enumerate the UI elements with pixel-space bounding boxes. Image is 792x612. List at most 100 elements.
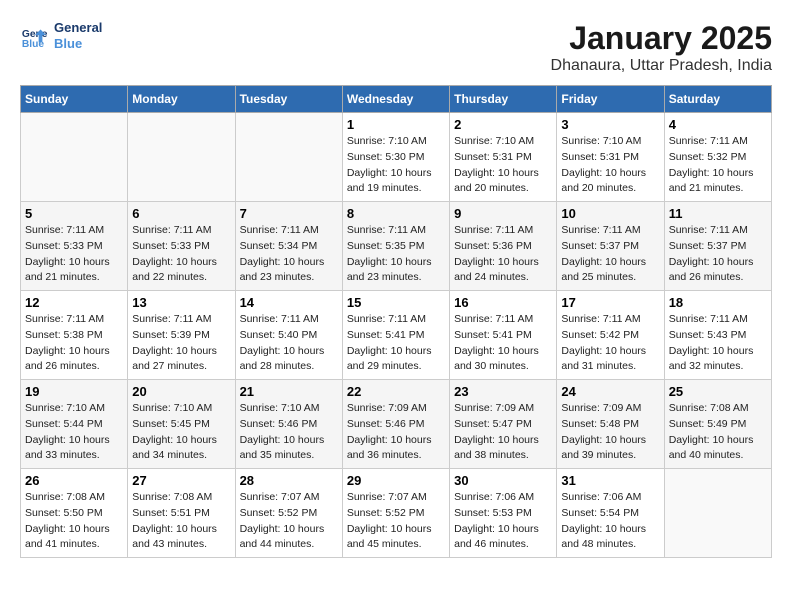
day-info: Sunrise: 7:10 AMSunset: 5:30 PMDaylight:… [347, 134, 445, 197]
calendar-cell: 8Sunrise: 7:11 AMSunset: 5:35 PMDaylight… [342, 202, 449, 291]
day-info: Sunrise: 7:10 AMSunset: 5:45 PMDaylight:… [132, 401, 230, 464]
day-info: Sunrise: 7:09 AMSunset: 5:48 PMDaylight:… [561, 401, 659, 464]
page-header: General Blue General Blue January 2025 D… [20, 20, 772, 75]
day-number: 19 [25, 384, 123, 399]
day-info: Sunrise: 7:11 AMSunset: 5:40 PMDaylight:… [240, 312, 338, 375]
calendar-cell: 5Sunrise: 7:11 AMSunset: 5:33 PMDaylight… [21, 202, 128, 291]
calendar-cell: 16 Sunrise: 7:11 AMSunset: 5:41 PMDayligh… [450, 291, 557, 380]
header-wednesday: Wednesday [342, 86, 449, 113]
day-info: Sunrise: 7:11 AMSunset: 5:33 PMDaylight:… [132, 223, 230, 286]
day-number: 18 [669, 295, 767, 310]
day-number: 26 [25, 473, 123, 488]
week-row-3: 12 Sunrise: 7:11 AMSunset: 5:38 PMDayligh… [21, 291, 772, 380]
calendar-cell [235, 113, 342, 202]
day-info: Sunrise: 7:11 AMSunset: 5:34 PMDaylight:… [240, 223, 338, 286]
calendar-subtitle: Dhanaura, Uttar Pradesh, India [551, 57, 772, 75]
day-info: Sunrise: 7:11 AMSunset: 5:37 PMDaylight:… [669, 223, 767, 286]
calendar-cell: 23 Sunrise: 7:09 AMSunset: 5:47 PMDayligh… [450, 380, 557, 469]
calendar-cell [21, 113, 128, 202]
day-number: 15 [347, 295, 445, 310]
logo: General Blue General Blue [20, 20, 102, 51]
calendar-cell: 12 Sunrise: 7:11 AMSunset: 5:38 PMDayligh… [21, 291, 128, 380]
title-block: January 2025 Dhanaura, Uttar Pradesh, In… [551, 20, 772, 75]
calendar-cell: 20Sunrise: 7:10 AMSunset: 5:45 PMDayligh… [128, 380, 235, 469]
day-info: Sunrise: 7:08 AMSunset: 5:49 PMDaylight:… [669, 401, 767, 464]
week-row-2: 5Sunrise: 7:11 AMSunset: 5:33 PMDaylight… [21, 202, 772, 291]
calendar-cell: 31Sunrise: 7:06 AMSunset: 5:54 PMDayligh… [557, 469, 664, 558]
day-info: Sunrise: 7:11 AMSunset: 5:41 PMDaylight:… [347, 312, 445, 375]
calendar-table: SundayMondayTuesdayWednesdayThursdayFrid… [20, 85, 772, 558]
day-number: 28 [240, 473, 338, 488]
calendar-cell: 25Sunrise: 7:08 AMSunset: 5:49 PMDayligh… [664, 380, 771, 469]
calendar-cell: 2Sunrise: 7:10 AMSunset: 5:31 PMDaylight… [450, 113, 557, 202]
calendar-cell: 9 Sunrise: 7:11 AMSunset: 5:36 PMDaylight… [450, 202, 557, 291]
day-info: Sunrise: 7:11 AMSunset: 5:42 PMDaylight:… [561, 312, 659, 375]
day-number: 10 [561, 206, 659, 221]
calendar-cell: 28 Sunrise: 7:07 AMSunset: 5:52 PMDayligh… [235, 469, 342, 558]
day-info: Sunrise: 7:11 AMSunset: 5:36 PMDaylight:… [454, 223, 552, 286]
calendar-cell: 13 Sunrise: 7:11 AMSunset: 5:39 PMDayligh… [128, 291, 235, 380]
header-thursday: Thursday [450, 86, 557, 113]
day-number: 3 [561, 117, 659, 132]
day-number: 29 [347, 473, 445, 488]
day-info: Sunrise: 7:11 AMSunset: 5:35 PMDaylight:… [347, 223, 445, 286]
day-number: 1 [347, 117, 445, 132]
header-row: SundayMondayTuesdayWednesdayThursdayFrid… [21, 86, 772, 113]
calendar-cell: 22 Sunrise: 7:09 AMSunset: 5:46 PMDayligh… [342, 380, 449, 469]
calendar-cell: 27Sunrise: 7:08 AMSunset: 5:51 PMDayligh… [128, 469, 235, 558]
calendar-cell: 7 Sunrise: 7:11 AMSunset: 5:34 PMDaylight… [235, 202, 342, 291]
day-number: 23 [454, 384, 552, 399]
day-number: 12 [25, 295, 123, 310]
day-number: 6 [132, 206, 230, 221]
day-number: 11 [669, 206, 767, 221]
logo-line1: General [54, 20, 102, 36]
calendar-cell: 4 Sunrise: 7:11 AMSunset: 5:32 PMDaylight… [664, 113, 771, 202]
day-info: Sunrise: 7:07 AMSunset: 5:52 PMDaylight:… [240, 490, 338, 553]
calendar-cell: 1 Sunrise: 7:10 AMSunset: 5:30 PMDaylight… [342, 113, 449, 202]
day-info: Sunrise: 7:08 AMSunset: 5:50 PMDaylight:… [25, 490, 123, 553]
day-number: 22 [347, 384, 445, 399]
calendar-cell: 26 Sunrise: 7:08 AMSunset: 5:50 PMDayligh… [21, 469, 128, 558]
header-friday: Friday [557, 86, 664, 113]
day-info: Sunrise: 7:06 AMSunset: 5:54 PMDaylight:… [561, 490, 659, 553]
calendar-cell: 17 Sunrise: 7:11 AMSunset: 5:42 PMDayligh… [557, 291, 664, 380]
week-row-5: 26 Sunrise: 7:08 AMSunset: 5:50 PMDayligh… [21, 469, 772, 558]
header-saturday: Saturday [664, 86, 771, 113]
day-number: 30 [454, 473, 552, 488]
day-number: 4 [669, 117, 767, 132]
calendar-cell: 3Sunrise: 7:10 AMSunset: 5:31 PMDaylight… [557, 113, 664, 202]
calendar-cell: 18 Sunrise: 7:11 AMSunset: 5:43 PMDayligh… [664, 291, 771, 380]
calendar-cell: 30Sunrise: 7:06 AMSunset: 5:53 PMDayligh… [450, 469, 557, 558]
day-info: Sunrise: 7:09 AMSunset: 5:47 PMDaylight:… [454, 401, 552, 464]
day-info: Sunrise: 7:07 AMSunset: 5:52 PMDaylight:… [347, 490, 445, 553]
day-info: Sunrise: 7:11 AMSunset: 5:39 PMDaylight:… [132, 312, 230, 375]
calendar-cell: 19Sunrise: 7:10 AMSunset: 5:44 PMDayligh… [21, 380, 128, 469]
calendar-cell: 14 Sunrise: 7:11 AMSunset: 5:40 PMDayligh… [235, 291, 342, 380]
day-number: 27 [132, 473, 230, 488]
day-number: 9 [454, 206, 552, 221]
day-info: Sunrise: 7:11 AMSunset: 5:38 PMDaylight:… [25, 312, 123, 375]
day-number: 16 [454, 295, 552, 310]
day-number: 7 [240, 206, 338, 221]
day-info: Sunrise: 7:10 AMSunset: 5:46 PMDaylight:… [240, 401, 338, 464]
day-info: Sunrise: 7:11 AMSunset: 5:43 PMDaylight:… [669, 312, 767, 375]
logo-icon: General Blue [20, 22, 48, 50]
day-info: Sunrise: 7:11 AMSunset: 5:41 PMDaylight:… [454, 312, 552, 375]
day-info: Sunrise: 7:11 AMSunset: 5:32 PMDaylight:… [669, 134, 767, 197]
calendar-cell: 21 Sunrise: 7:10 AMSunset: 5:46 PMDayligh… [235, 380, 342, 469]
header-monday: Monday [128, 86, 235, 113]
day-info: Sunrise: 7:09 AMSunset: 5:46 PMDaylight:… [347, 401, 445, 464]
week-row-4: 19Sunrise: 7:10 AMSunset: 5:44 PMDayligh… [21, 380, 772, 469]
day-number: 13 [132, 295, 230, 310]
day-number: 17 [561, 295, 659, 310]
logo-line2: Blue [54, 36, 102, 52]
day-info: Sunrise: 7:11 AMSunset: 5:37 PMDaylight:… [561, 223, 659, 286]
day-number: 2 [454, 117, 552, 132]
calendar-cell: 10 Sunrise: 7:11 AMSunset: 5:37 PMDayligh… [557, 202, 664, 291]
day-number: 14 [240, 295, 338, 310]
header-tuesday: Tuesday [235, 86, 342, 113]
day-number: 21 [240, 384, 338, 399]
calendar-title: January 2025 [551, 20, 772, 57]
calendar-cell: 6 Sunrise: 7:11 AMSunset: 5:33 PMDaylight… [128, 202, 235, 291]
day-info: Sunrise: 7:11 AMSunset: 5:33 PMDaylight:… [25, 223, 123, 286]
